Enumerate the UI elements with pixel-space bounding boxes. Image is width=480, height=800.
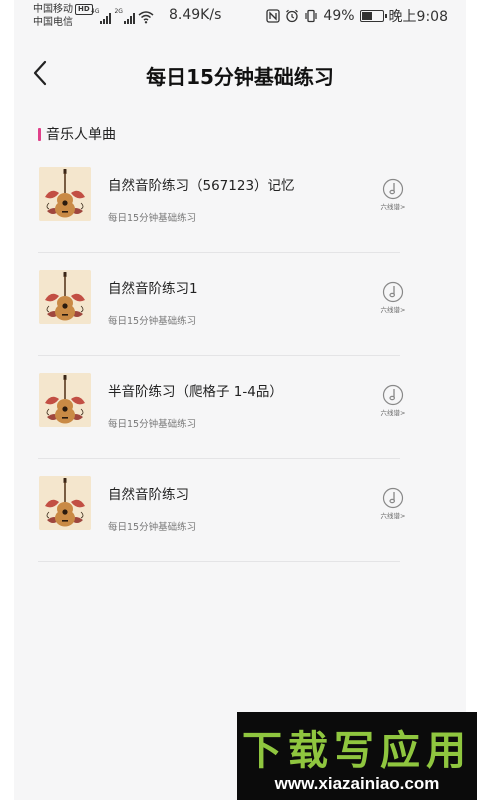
- music-note-icon: [382, 384, 404, 406]
- watermark-logo: 下载写应用: [242, 728, 472, 774]
- tab-label: 六线谱>: [380, 306, 406, 314]
- music-note-icon: [382, 281, 404, 303]
- section-title: 音乐人单曲: [46, 127, 116, 143]
- status-right: 49% 晚上9:08: [266, 6, 448, 26]
- song-title: 自然音阶练习1: [108, 281, 198, 297]
- song-title: 半音阶练习（爬格子 1-4品）: [108, 384, 283, 400]
- guitar-cover-icon: [39, 373, 91, 427]
- signal-bars-icon: [123, 12, 135, 24]
- network-type-1: 4G: [91, 8, 100, 15]
- network-type-2: 2G: [114, 8, 123, 15]
- carrier-primary: 中国移动 HD: [33, 4, 93, 16]
- tab-label: 六线谱>: [380, 409, 406, 417]
- song-list: 自然音阶练习（567123）记忆 每日15分钟基础练习 六线谱> 自然音阶练习1…: [14, 150, 466, 562]
- song-subtitle: 每日15分钟基础练习: [108, 419, 197, 430]
- watermark-banner: 下载写应用 www.xiazainiao.com: [237, 712, 477, 800]
- song-row[interactable]: 自然音阶练习 每日15分钟基础练习 六线谱>: [14, 459, 466, 562]
- song-title: 自然音阶练习（567123）记忆: [108, 178, 295, 194]
- vibrate-icon: [305, 9, 318, 23]
- page-title: 每日15分钟基础练习: [146, 65, 334, 89]
- alarm-icon: [286, 9, 299, 23]
- guitar-tab-link[interactable]: 六线谱>: [378, 281, 408, 314]
- song-title: 自然音阶练习: [108, 487, 189, 503]
- song-row[interactable]: 半音阶练习（爬格子 1-4品） 每日15分钟基础练习 六线谱>: [14, 356, 466, 459]
- music-note-icon: [382, 487, 404, 509]
- app-header: 每日15分钟基础练习: [14, 48, 466, 100]
- tab-label: 六线谱>: [380, 512, 406, 520]
- battery-percent: 49%: [323, 8, 355, 24]
- song-subtitle: 每日15分钟基础练习: [108, 213, 197, 224]
- app-screen: 中国移动 HD 中国电信 4G 2G 8.49K/s 49% 晚上9:08 每日…: [14, 0, 466, 800]
- music-note-icon: [382, 178, 404, 200]
- watermark-url: www.xiazainiao.com: [274, 774, 440, 793]
- song-row[interactable]: 自然音阶练习1 每日15分钟基础练习 六线谱>: [14, 253, 466, 356]
- network-speed: 8.49K/s: [169, 7, 222, 23]
- song-subtitle: 每日15分钟基础练习: [108, 316, 197, 327]
- signal-bars-icon: [100, 12, 112, 24]
- carrier-primary-label: 中国移动: [33, 4, 73, 15]
- guitar-tab-link[interactable]: 六线谱>: [378, 487, 408, 520]
- guitar-cover-icon: [39, 167, 91, 221]
- wifi-icon: [138, 11, 154, 24]
- row-divider: [38, 561, 400, 562]
- battery-icon: [359, 10, 387, 22]
- guitar-cover-icon: [39, 476, 91, 530]
- guitar-cover-icon: [39, 270, 91, 324]
- tab-label: 六线谱>: [380, 203, 406, 211]
- status-bar: 中国移动 HD 中国电信 4G 2G 8.49K/s 49% 晚上9:08: [14, 0, 466, 34]
- section-header: 音乐人单曲: [38, 124, 116, 144]
- song-subtitle: 每日15分钟基础练习: [108, 522, 197, 533]
- clock: 晚上9:08: [388, 9, 448, 25]
- section-accent-bar: [38, 127, 41, 141]
- guitar-tab-link[interactable]: 六线谱>: [378, 178, 408, 211]
- guitar-tab-link[interactable]: 六线谱>: [378, 384, 408, 417]
- song-row[interactable]: 自然音阶练习（567123）记忆 每日15分钟基础练习 六线谱>: [14, 150, 466, 253]
- signal-indicators: 4G 2G: [91, 8, 154, 24]
- carrier-secondary: 中国电信: [33, 17, 73, 28]
- nfc-icon: [266, 9, 281, 23]
